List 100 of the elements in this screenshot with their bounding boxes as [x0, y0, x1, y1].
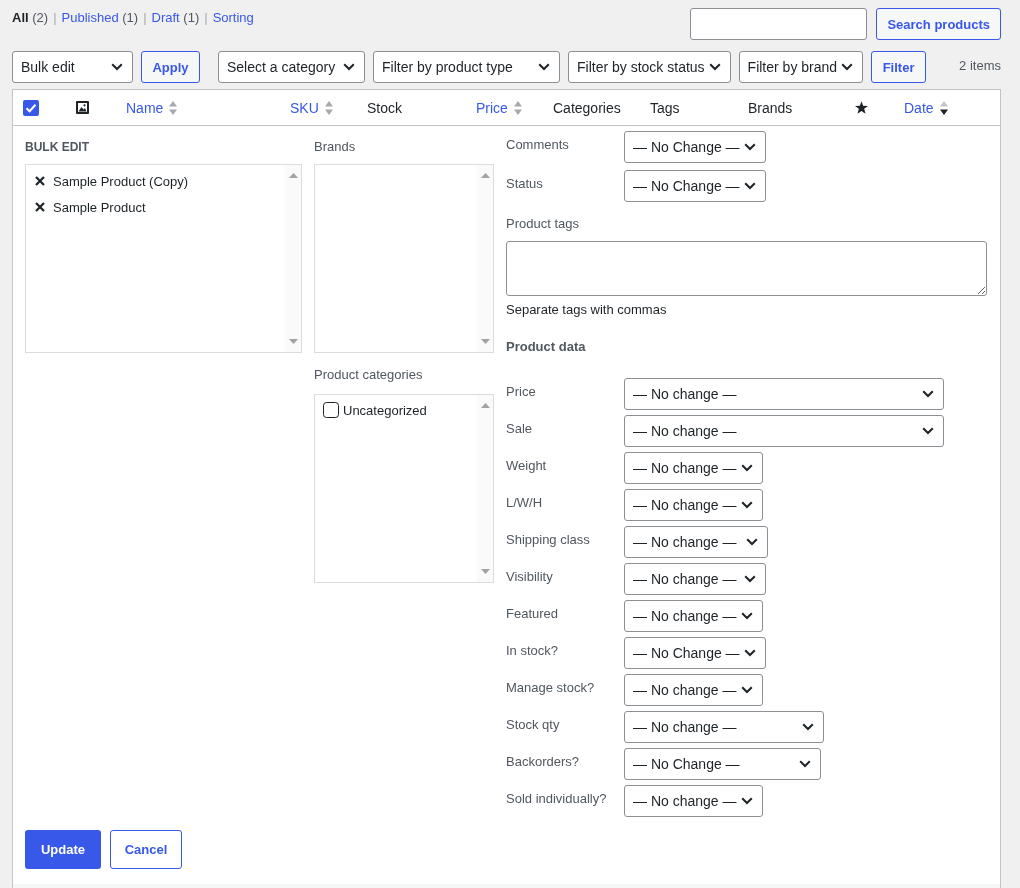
field-dropdown[interactable]: — No change — [624, 711, 824, 743]
field-dropdown[interactable]: — No change — [624, 452, 763, 484]
field-label: Manage stock? [506, 679, 596, 696]
field-label: Sale [506, 420, 534, 437]
field-label: Product tags [506, 216, 580, 232]
link-separator: | [143, 10, 147, 26]
chevron-down-icon [799, 760, 811, 768]
chevron-down-icon [111, 63, 123, 71]
scrollbar[interactable] [285, 165, 301, 352]
field-dropdown[interactable]: — No Change — [624, 748, 821, 780]
filter-dropdown[interactable]: Filter by product type [373, 51, 560, 83]
filter-button[interactable]: Filter [871, 51, 927, 83]
field-label: In stock? [506, 642, 560, 659]
apply-button[interactable]: Apply [141, 51, 200, 83]
column-header-link[interactable]: SKU [290, 99, 319, 116]
status-link[interactable]: Sorting [212, 10, 254, 26]
link-separator: | [204, 10, 208, 26]
field-dropdown[interactable]: — No Change — [624, 637, 766, 669]
scroll-up-icon[interactable] [288, 173, 298, 178]
status-link[interactable]: Published (1) [61, 10, 139, 26]
scroll-up-icon[interactable] [480, 403, 490, 408]
field-label: Shipping class [506, 531, 591, 548]
chevron-down-icon [802, 723, 814, 731]
chevron-down-icon [343, 63, 355, 71]
scroll-up-icon[interactable] [480, 173, 490, 178]
chevron-down-icon [744, 575, 756, 583]
cancel-button[interactable]: Cancel [110, 830, 182, 869]
close-icon[interactable] [35, 176, 45, 186]
chevron-down-icon [743, 143, 756, 151]
field-label: Weight [506, 457, 548, 474]
filter-dropdown[interactable]: Select a category [218, 51, 365, 83]
section-heading: Product data [506, 339, 587, 355]
field-label: Status [506, 175, 544, 192]
section-title: BULK EDIT [25, 139, 90, 155]
field-label: Featured [506, 605, 560, 622]
hint-text: Separate tags with commas [506, 302, 668, 318]
category-label: Uncategorized [343, 402, 427, 418]
field-label: L/W/H [506, 494, 544, 511]
field-dropdown[interactable]: — No change — [624, 378, 944, 410]
field-dropdown[interactable]: — No change — [624, 415, 944, 447]
field-label: Price [506, 383, 537, 400]
column-header-link[interactable]: Price [476, 99, 508, 116]
chevron-down-icon [740, 464, 753, 472]
scroll-down-icon[interactable] [480, 569, 490, 574]
filter-dropdown[interactable]: Filter by brand [738, 51, 864, 83]
chevron-down-icon [841, 63, 854, 71]
column-header-link[interactable]: Name [126, 99, 164, 116]
field-label: Stock qty [506, 716, 561, 733]
image-icon [76, 101, 89, 114]
field-label: Brands [314, 139, 357, 155]
search-button[interactable]: Search products [876, 8, 1001, 40]
column-header: Tags [650, 99, 680, 116]
field-label: Sold individually? [506, 790, 608, 807]
field-dropdown[interactable]: — No change — [624, 674, 763, 706]
chevron-down-icon [740, 501, 753, 509]
field-dropdown[interactable]: — No change — [624, 600, 763, 632]
column-header: Stock [367, 99, 402, 116]
chevron-down-icon [740, 797, 753, 805]
chevron-down-icon [740, 612, 753, 620]
chevron-down-icon [743, 182, 756, 190]
field-dropdown[interactable]: — No change — [624, 785, 763, 817]
scrollbar[interactable] [477, 165, 493, 352]
bulk-actions-dropdown[interactable]: Bulk edit [12, 51, 133, 83]
field-label: Comments [506, 136, 570, 153]
sort-icon[interactable] [939, 100, 948, 115]
status-dropdown[interactable]: — No Change — [624, 170, 766, 202]
checkbox[interactable] [23, 99, 39, 116]
field-dropdown[interactable]: — No change — [624, 489, 763, 521]
column-header: Categories [553, 99, 621, 116]
link-separator: | [53, 10, 57, 26]
field-dropdown[interactable]: — No change — [624, 526, 768, 558]
column-header-link[interactable]: Date [904, 99, 934, 116]
column-header: Brands [748, 99, 793, 116]
field-label: Product categories [314, 367, 424, 383]
scroll-down-icon[interactable] [288, 339, 298, 344]
item-count: 2 items [959, 57, 1001, 73]
scrollbar[interactable] [477, 395, 493, 582]
comments-dropdown[interactable]: — No Change — [624, 131, 766, 163]
field-label: Visibility [506, 568, 554, 585]
field-dropdown[interactable]: — No change — [624, 563, 766, 595]
scroll-down-icon[interactable] [480, 339, 490, 344]
update-button[interactable]: Update [25, 830, 101, 869]
tags-field[interactable] [506, 241, 987, 296]
product-name: Sample Product [53, 199, 146, 215]
filter-dropdown[interactable]: Filter by stock status [568, 51, 731, 83]
star-icon [855, 101, 868, 114]
checkbox[interactable] [323, 402, 339, 418]
status-link[interactable]: Draft (1) [151, 10, 200, 26]
chevron-down-icon [708, 63, 721, 71]
chevron-down-icon [740, 686, 753, 694]
chevron-down-icon [746, 538, 758, 546]
field-label: Backorders? [506, 753, 580, 770]
close-icon[interactable] [35, 202, 45, 212]
search-field[interactable] [690, 8, 868, 40]
chevron-down-icon [922, 390, 934, 398]
chevron-down-icon [922, 427, 934, 435]
chevron-down-icon [538, 63, 550, 71]
chevron-down-icon [743, 649, 756, 657]
status-link[interactable]: All (2) [12, 10, 49, 26]
product-name: Sample Product (Copy) [53, 173, 189, 189]
